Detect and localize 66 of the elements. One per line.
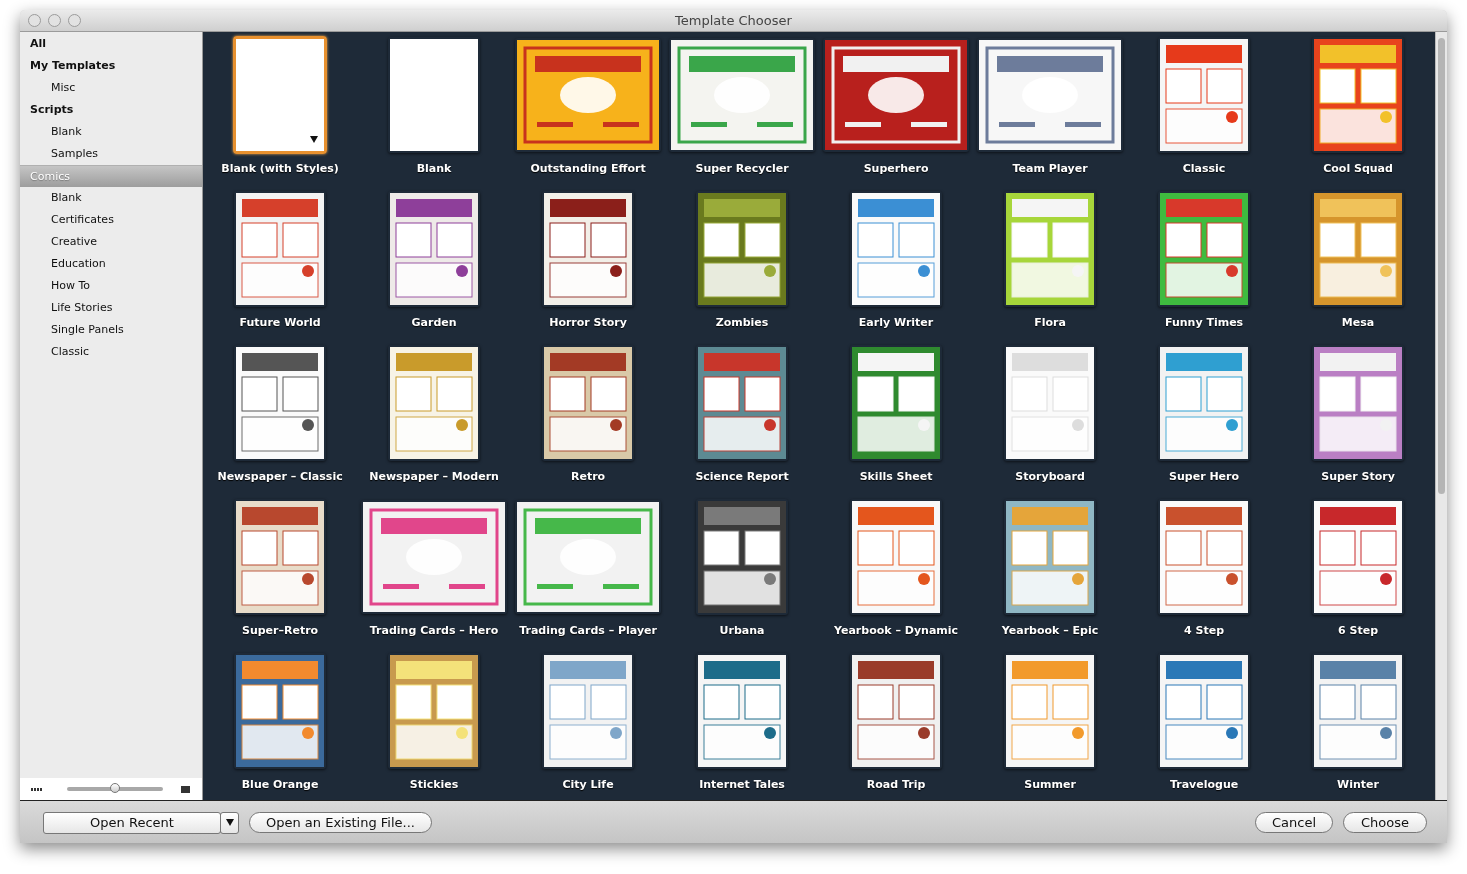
cancel-button[interactable]: Cancel: [1255, 812, 1333, 833]
template-label: Blank (with Styles): [221, 162, 339, 175]
sidebar-item[interactable]: Samples: [20, 143, 203, 165]
sidebar-item[interactable]: Classic: [20, 341, 203, 363]
open-recent-button[interactable]: Open Recent: [43, 811, 221, 834]
sidebar-item[interactable]: Blank: [20, 121, 203, 143]
template-label: Funny Times: [1164, 316, 1244, 329]
template-label: Storyboard: [1015, 470, 1085, 483]
template-label: Science Report: [695, 470, 789, 483]
template-label: Super Recycler: [695, 162, 789, 175]
template-label: Superhero: [863, 162, 929, 175]
sidebar-item[interactable]: Life Stories: [20, 297, 203, 319]
scrollbar[interactable]: [1435, 32, 1447, 800]
template-label: Horror Story: [549, 316, 627, 329]
sidebar-item[interactable]: Single Panels: [20, 319, 203, 341]
caret-icon: [225, 819, 234, 826]
template-label: Summer: [1024, 778, 1076, 791]
template-label: Newspaper – Modern: [369, 470, 499, 483]
sidebar-item[interactable]: How To: [20, 275, 203, 297]
template-label: Future World: [239, 316, 321, 329]
sidebar-item[interactable]: All: [20, 33, 203, 55]
template-label: Internet Tales: [699, 778, 785, 791]
template-label: Flora: [1034, 316, 1066, 329]
template-label: Blank: [416, 162, 452, 175]
template-label: 4 Step: [1184, 624, 1225, 637]
template-label: Team Player: [1012, 162, 1088, 175]
template-label: Cool Squad: [1323, 162, 1393, 175]
slider-thumb[interactable]: [110, 783, 120, 793]
template-label: Blue Orange: [241, 778, 319, 791]
template-label: Classic: [1182, 162, 1226, 175]
template-label: Trading Cards – Player: [519, 624, 657, 637]
sidebar-item[interactable]: Misc: [20, 77, 203, 99]
template-label: Yearbook – Epic: [1001, 624, 1099, 637]
template-label: Road Trip: [866, 778, 926, 791]
template-label: Super Hero: [1169, 470, 1240, 483]
template-label: Newspaper – Classic: [217, 470, 343, 483]
sidebar-item[interactable]: Blank: [20, 187, 203, 209]
template-label: Mesa: [1341, 316, 1375, 329]
template-label: Garden: [411, 316, 457, 329]
window-title: Template Chooser: [675, 13, 792, 28]
template-label: Winter: [1337, 778, 1379, 791]
open-existing-button[interactable]: Open an Existing File...: [249, 812, 432, 833]
choose-button[interactable]: Choose: [1343, 812, 1427, 833]
template-label: Super Story: [1321, 470, 1395, 483]
template-label: Retro: [570, 470, 606, 483]
template-label: Stickies: [409, 778, 459, 791]
template-label: Skills Sheet: [859, 470, 933, 483]
template-label: Early Writer: [858, 316, 934, 329]
template-label: City Life: [562, 778, 614, 791]
template-label: 6 Step: [1338, 624, 1379, 637]
template-label: Outstanding Effort: [530, 162, 646, 175]
template-label: Trading Cards – Hero: [369, 624, 499, 637]
small-thumbnails-icon: [31, 787, 43, 791]
template-label: Urbana: [719, 624, 765, 637]
open-recent-dropdown[interactable]: [220, 811, 239, 834]
caret-icon[interactable]: [310, 136, 319, 143]
sidebar-item[interactable]: Certificates: [20, 209, 203, 231]
sidebar-item[interactable]: My Templates: [20, 55, 203, 77]
large-thumbnail-icon: [181, 785, 191, 793]
sidebar-item[interactable]: Creative: [20, 231, 203, 253]
template-label: Super–Retro: [241, 624, 319, 637]
template-label: Zombies: [715, 316, 769, 329]
template-label: Travelogue: [1169, 778, 1239, 791]
template-label: Yearbook – Dynamic: [834, 624, 959, 637]
sidebar-item[interactable]: Education: [20, 253, 203, 275]
sidebar-item[interactable]: Scripts: [20, 99, 203, 121]
